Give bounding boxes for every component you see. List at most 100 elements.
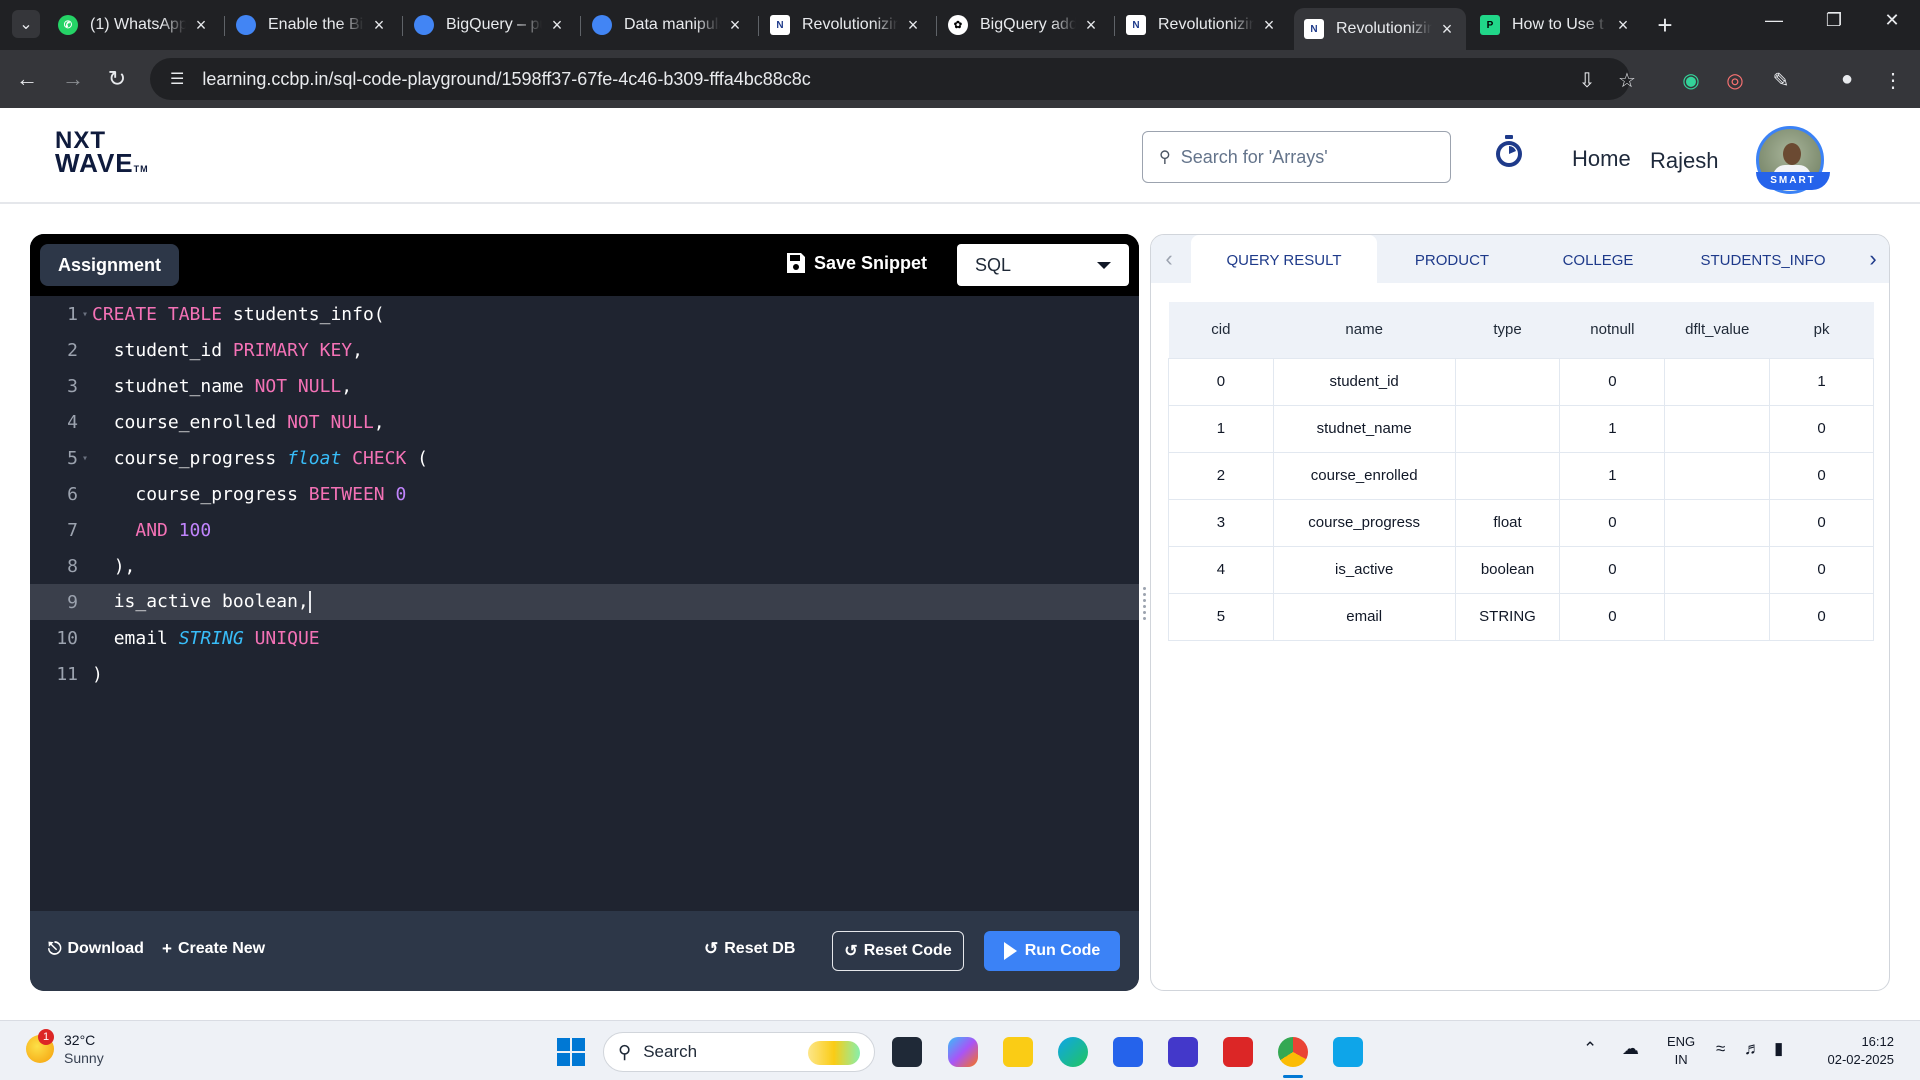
save-snippet-button[interactable]: Save Snippet	[786, 252, 927, 274]
tab-search-button[interactable]: ⌄	[12, 10, 40, 38]
code-line[interactable]: 4 course_enrolled NOT NULL,	[30, 404, 1139, 440]
mcafee-icon[interactable]	[1223, 1037, 1253, 1067]
code-area[interactable]: 1 ▾ CREATE TABLE students_info( 2 student…	[30, 296, 1139, 904]
play-icon	[1003, 942, 1017, 960]
reload-button[interactable]: ↻	[102, 64, 132, 94]
chevron-right-icon[interactable]: ›	[1859, 245, 1887, 273]
code-line[interactable]: 11 )	[30, 656, 1139, 692]
windows-start-icon[interactable]	[557, 1038, 585, 1066]
chevron-up-icon[interactable]: ⌃	[1583, 1039, 1597, 1059]
minimize-button[interactable]: —	[1754, 10, 1794, 31]
code-line[interactable]: 8 ),	[30, 548, 1139, 584]
chrome-icon[interactable]	[1278, 1037, 1308, 1067]
nxtwave-logo[interactable]: NXT WAVETM	[55, 129, 149, 180]
language-indicator[interactable]: ENG IN	[1667, 1033, 1695, 1069]
create-new-button[interactable]: + Create New	[162, 939, 265, 959]
taskbar-search[interactable]: ⚲ Search	[603, 1032, 875, 1072]
screen-record-icon[interactable]: ◎	[1720, 68, 1750, 93]
search-icon: ⚲	[1159, 149, 1171, 166]
grammarly-icon[interactable]: ◉	[1676, 68, 1706, 93]
download-button[interactable]: ⎋ Download	[48, 939, 144, 959]
browser-tab[interactable]: ✿ BigQuery add ×	[938, 8, 1110, 42]
profile-icon[interactable]: ●	[1832, 68, 1862, 91]
tab-title: Revolutionizing	[1336, 20, 1432, 37]
vscode-icon[interactable]	[1333, 1037, 1363, 1067]
language-select[interactable]: SQL	[957, 244, 1129, 286]
tab-product[interactable]: PRODUCT	[1377, 235, 1527, 283]
browser-tab[interactable]: Enable the BigQuery ×	[226, 8, 398, 42]
code-line[interactable]: 5 ▾ course_progress float CHECK (	[30, 440, 1139, 476]
browser-tab[interactable]: P How to Use t ×	[1470, 8, 1642, 42]
close-icon[interactable]: ×	[1260, 15, 1278, 36]
result-panel: ‹ QUERY RESULT PRODUCT COLLEGE STUDENTS_…	[1150, 234, 1890, 991]
table-cell	[1454, 404, 1561, 453]
wifi-icon[interactable]: ≈	[1716, 1039, 1725, 1059]
close-icon[interactable]: ×	[192, 15, 210, 36]
chevron-left-icon[interactable]: ‹	[1155, 245, 1183, 273]
language-value: SQL	[975, 254, 1012, 275]
search-box[interactable]: ⚲	[1142, 131, 1451, 183]
extensions-icon[interactable]: ✎	[1766, 68, 1796, 93]
close-icon[interactable]: ×	[1438, 19, 1456, 40]
table-cell: 0	[1769, 592, 1874, 641]
code-line[interactable]: 1 ▾ CREATE TABLE students_info(	[30, 296, 1139, 332]
back-button[interactable]: ←	[12, 64, 42, 94]
code-line[interactable]: 3 studnet_name NOT NULL,	[30, 368, 1139, 404]
code-line-active[interactable]: 9 is_active boolean,	[30, 584, 1139, 620]
copilot-icon[interactable]	[948, 1037, 978, 1067]
code-line[interactable]: 7 AND 100	[30, 512, 1139, 548]
weather-widget[interactable]: 1 32°C Sunny	[26, 1029, 104, 1067]
close-icon[interactable]: ×	[1082, 15, 1100, 36]
nav-home-link[interactable]: Home	[1572, 146, 1631, 172]
search-input[interactable]	[1180, 146, 1421, 168]
weather-condition: Sunny	[64, 1050, 104, 1066]
code-line[interactable]: 2 student_id PRIMARY KEY,	[30, 332, 1139, 368]
bookmark-star-icon[interactable]: ☆	[1612, 68, 1642, 93]
store-icon[interactable]	[1113, 1037, 1143, 1067]
reset-code-button[interactable]: ↺ Reset Code	[832, 931, 964, 971]
close-icon[interactable]: ×	[904, 15, 922, 36]
reset-db-button[interactable]: ↺ Reset DB	[704, 939, 795, 959]
site-info-icon[interactable]: ☰	[170, 69, 184, 89]
cloud-sync-icon[interactable]: ☁	[1622, 1039, 1639, 1059]
edge-icon[interactable]	[1058, 1037, 1088, 1067]
browser-tab[interactable]: BigQuery – public ×	[404, 8, 576, 42]
tab-query-result[interactable]: QUERY RESULT	[1191, 235, 1377, 283]
restore-button[interactable]: ❐	[1814, 10, 1854, 31]
assignment-button[interactable]: Assignment	[40, 244, 180, 286]
close-window-button[interactable]: ✕	[1872, 10, 1912, 31]
close-icon[interactable]: ×	[726, 15, 744, 36]
browser-tab-active[interactable]: N Revolutionizing ×	[1294, 8, 1466, 50]
table-cell: 3	[1168, 498, 1274, 547]
close-icon[interactable]: ×	[1614, 15, 1632, 36]
run-code-button[interactable]: Run Code	[984, 931, 1120, 971]
stopwatch-icon[interactable]	[1493, 134, 1525, 170]
battery-icon[interactable]: ▮	[1774, 1039, 1783, 1059]
tab-college[interactable]: COLLEGE	[1527, 235, 1669, 283]
browser-tab[interactable]: N Revolutionizing ×	[760, 8, 932, 42]
browser-tab[interactable]: N Revolutionizing ×	[1116, 8, 1288, 42]
fold-arrow-icon[interactable]: ▾	[78, 453, 92, 464]
close-icon[interactable]: ×	[548, 15, 566, 36]
code-line[interactable]: 10 email STRING UNIQUE	[30, 620, 1139, 656]
panel-resize-handle[interactable]	[1141, 584, 1147, 634]
app-icon[interactable]	[1168, 1037, 1198, 1067]
address-bar[interactable]: ☰ learning.ccbp.in/sql-code-playground/1…	[150, 58, 1630, 100]
tab-students-info[interactable]: STUDENTS_INFO	[1669, 235, 1857, 283]
browser-tab[interactable]: Data manipulation ×	[582, 8, 754, 42]
menu-icon[interactable]: ⋮	[1878, 68, 1908, 93]
url-text[interactable]: learning.ccbp.in/sql-code-playground/159…	[202, 69, 810, 90]
install-app-icon[interactable]: ⇩	[1572, 68, 1602, 93]
clock[interactable]: 16:12 02-02-2025	[1818, 1033, 1895, 1069]
code-line[interactable]: 6 course_progress BETWEEN 0	[30, 476, 1139, 512]
browser-tab[interactable]: ✆ (1) WhatsApp ×	[48, 8, 220, 42]
task-view-icon[interactable]	[892, 1037, 922, 1067]
forward-button[interactable]: →	[58, 64, 88, 94]
user-name[interactable]: Rajesh	[1650, 148, 1718, 174]
table-cell: 0	[1559, 357, 1666, 406]
volume-icon[interactable]: ♬	[1744, 1039, 1761, 1059]
file-explorer-icon[interactable]	[1003, 1037, 1033, 1067]
close-icon[interactable]: ×	[370, 15, 388, 36]
new-tab-button[interactable]: +	[1650, 10, 1680, 41]
fold-arrow-icon[interactable]: ▾	[78, 309, 92, 320]
